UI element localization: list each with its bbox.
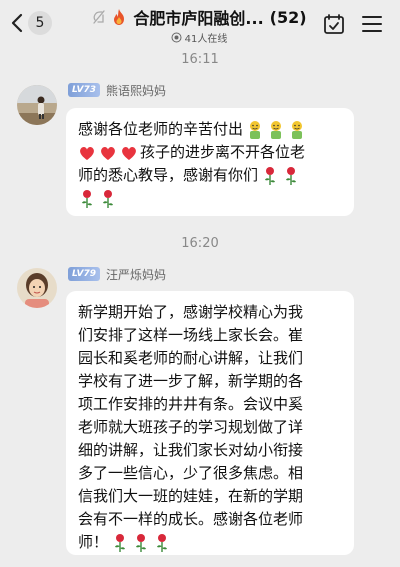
message-line: 项工作安排的井井有条。会议中奚 (78, 395, 304, 413)
rose-icon (136, 533, 147, 552)
menu-icon[interactable] (361, 15, 383, 33)
online-status: 41人在线 (68, 30, 330, 45)
message-line: 多了一些信心，少了很多焦虑。相 (78, 464, 304, 482)
online-count: 41人在线 (184, 34, 228, 45)
rose-icon (157, 533, 168, 552)
avatar-image (17, 268, 57, 308)
cheer-emoji-icon (271, 120, 282, 139)
chat-title-area[interactable]: 合肥市庐阳融创... (52) 41人在线 (68, 4, 330, 45)
online-indicator-icon (171, 32, 182, 43)
message-line: 孩子的进步离不开各位老 (78, 141, 342, 164)
chevron-left-icon (11, 13, 23, 33)
message-bubble[interactable]: 感谢各位老师的辛苦付出 孩子的进步离不开各位老 师的悉心教导，感谢有你们 (66, 108, 354, 216)
cheer-emoji-icon (250, 120, 261, 139)
message-line: 细的讲解，让我们家长对幼小衔接 (78, 441, 304, 459)
message-line: 信我们大一班的娃娃，在新的学期 (78, 487, 304, 505)
fire-icon (114, 9, 125, 25)
message-line: 感谢各位老师的辛苦付出 (78, 118, 342, 141)
message-line: 新学期开始了，感谢学校精心为我 (78, 303, 304, 321)
message-line: 会有不一样的成长。感谢各位老师 (78, 510, 304, 528)
heart-icon (101, 146, 115, 160)
chat-header: 5 合肥市庐阳融创... (52) 41人在线 (0, 0, 400, 48)
message-sender: LV73 熊语熙妈妈 (68, 82, 166, 98)
message-line: 园长和奚老师的耐心讲解，让我们 (78, 349, 304, 367)
avatar[interactable] (17, 85, 57, 125)
member-count: (52) (269, 7, 307, 27)
rose-icon (82, 189, 92, 208)
message-timestamp: 16:11 (181, 52, 219, 67)
message-bubble[interactable]: 新学期开始了，感谢学校精心为我 们安排了这样一场线上家长会。崔 园长和奚老师的耐… (66, 291, 354, 555)
sender-name: 熊语熙妈妈 (106, 83, 167, 98)
message-line: 师！ (78, 531, 342, 554)
message-line: 们安排了这样一场线上家长会。崔 (78, 326, 304, 344)
cheer-emoji-icon (292, 120, 303, 139)
sender-name: 汪严烁妈妈 (106, 267, 167, 282)
message-line: 老师就大班孩子的学习规划做了详 (78, 418, 304, 436)
message-line: 师的悉心教导，感谢有你们 (78, 164, 342, 187)
rose-icon (115, 533, 126, 552)
back-button[interactable]: 5 (8, 10, 52, 36)
calendar-check-icon[interactable] (323, 13, 345, 35)
message-timestamp: 16:20 (181, 236, 219, 251)
message-line (78, 187, 342, 210)
heart-icon (122, 146, 136, 160)
level-badge: LV79 (68, 267, 100, 281)
rose-icon (103, 189, 113, 208)
avatar[interactable] (17, 268, 57, 308)
level-badge: LV73 (68, 83, 100, 97)
heart-icon (80, 146, 94, 160)
group-title: 合肥市庐阳融创... (133, 9, 264, 28)
rose-icon (286, 166, 297, 185)
mute-icon (93, 10, 106, 24)
rose-icon (265, 166, 276, 185)
avatar-image (17, 85, 57, 125)
unread-count-badge: 5 (28, 11, 52, 35)
message-line: 学校有了进一步了解，新学期的各 (78, 372, 304, 390)
message-sender: LV79 汪严烁妈妈 (68, 266, 166, 282)
